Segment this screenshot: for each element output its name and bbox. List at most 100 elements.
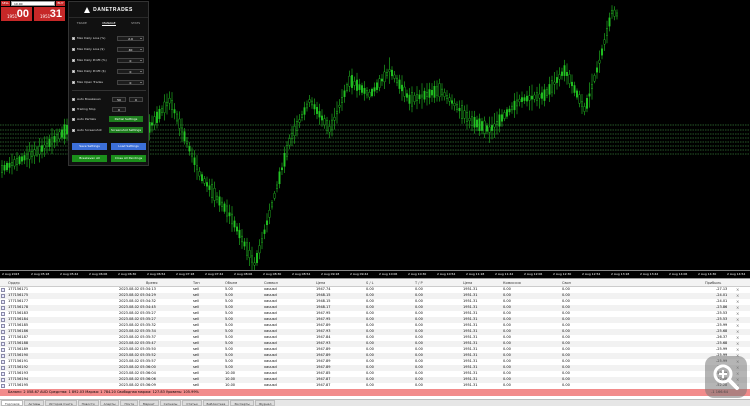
- checkbox[interactable]: [72, 47, 75, 51]
- terminal-tab[interactable]: История Счета: [45, 400, 77, 406]
- candle-body: [268, 210, 271, 218]
- candle-body: [173, 109, 176, 114]
- close-order-icon[interactable]: ×: [736, 311, 739, 316]
- col-time[interactable]: Время: [146, 281, 158, 285]
- col-tp[interactable]: T / P: [415, 281, 423, 285]
- col-order[interactable]: Ордер: [8, 281, 20, 285]
- save-settings-button[interactable]: Save Settings: [72, 143, 107, 150]
- col-current-price[interactable]: Цена: [463, 281, 472, 285]
- load-settings-button[interactable]: Load Settings: [111, 143, 146, 150]
- tab-manage[interactable]: MANAGE: [102, 21, 116, 26]
- col-profit[interactable]: Прибыль: [705, 281, 721, 285]
- max-daily-profit-usd-input[interactable]: 0 ▴▾: [117, 68, 144, 74]
- col-commission[interactable]: Комиссия: [503, 281, 521, 285]
- trailing-stop-input[interactable]: 0: [112, 106, 126, 112]
- table-cell: 0.00: [562, 287, 570, 291]
- col-price[interactable]: Цена: [316, 281, 325, 285]
- col-sl[interactable]: S / L: [366, 281, 374, 285]
- candle-body: [301, 114, 304, 118]
- checkbox[interactable]: [72, 69, 75, 73]
- buy-button[interactable]: 1951 31: [34, 7, 65, 21]
- terminal-tab[interactable]: Эксперты: [230, 400, 254, 406]
- close-order-icon[interactable]: ×: [736, 323, 739, 328]
- terminal-tab[interactable]: Статьи: [182, 400, 202, 406]
- balance-summary: Баланс: 2 058.67 AUD Средства: 1 892.03 …: [8, 390, 199, 394]
- checkbox[interactable]: [72, 107, 75, 111]
- close-order-icon[interactable]: ×: [736, 341, 739, 346]
- candle-body: [593, 75, 596, 82]
- candle-body: [348, 75, 351, 87]
- candle-body: [256, 253, 259, 263]
- table-cell: 0.00: [562, 341, 570, 345]
- breakeven-all-button[interactable]: Breakeven All: [72, 155, 107, 162]
- candle-body: [215, 195, 218, 200]
- time-tick-label: 2 Aug 11:18: [466, 272, 485, 276]
- table-cell: 177156192: [8, 365, 29, 369]
- candle-body: [283, 153, 286, 167]
- max-daily-loss-usd-input[interactable]: 40 ▴▾: [117, 46, 144, 52]
- max-daily-loss-pct-input[interactable]: 2.0 ▴▾: [117, 35, 144, 41]
- terminal-tab[interactable]: Маркет: [138, 400, 159, 406]
- table-cell: xauusd: [264, 383, 277, 387]
- terminal-tab[interactable]: Библиотека: [202, 400, 230, 406]
- terminal-tab[interactable]: Алерты: [99, 400, 120, 406]
- tab-stats[interactable]: STATS: [131, 21, 140, 25]
- table-cell: -24.01: [716, 293, 728, 297]
- close-order-icon[interactable]: ×: [736, 329, 739, 334]
- terminal-tab[interactable]: Журнал: [254, 400, 276, 406]
- table-cell: 5.00: [225, 323, 233, 327]
- close-all-pendings-button[interactable]: Close All Pendings: [111, 155, 146, 162]
- table-cell: sell: [193, 311, 199, 315]
- screenshot-settings-button[interactable]: Screenshot Settings: [109, 127, 143, 133]
- close-order-icon[interactable]: ×: [736, 299, 739, 304]
- tab-trade[interactable]: TRADE: [77, 21, 87, 25]
- terminal-tab[interactable]: Сигналы: [159, 400, 182, 406]
- checkbox[interactable]: [72, 58, 75, 62]
- close-order-icon[interactable]: ×: [736, 293, 739, 298]
- checkbox[interactable]: [72, 80, 75, 84]
- time-tick-label: 2 Aug 06:30: [118, 272, 137, 276]
- price-chart[interactable]: 2 Aug 2023 2 Aug 05:18 2 Aug 05:42 2 Aug 06…: [0, 0, 750, 278]
- col-symbol[interactable]: Символ: [264, 281, 278, 285]
- checkbox[interactable]: [72, 128, 75, 132]
- table-cell: 1951.31: [463, 359, 478, 363]
- close-order-icon[interactable]: ×: [736, 287, 739, 292]
- buy-label[interactable]: BUY: [56, 1, 65, 6]
- candle-body: [293, 125, 296, 137]
- terminal-tab[interactable]: Торговля: [1, 400, 24, 406]
- checkbox[interactable]: [72, 117, 75, 121]
- close-order-icon[interactable]: ×: [736, 347, 739, 352]
- breakeven-offset-input[interactable]: 0: [129, 96, 143, 102]
- checkbox[interactable]: [72, 36, 75, 40]
- lot-size-input[interactable]: 10.00: [11, 1, 55, 6]
- time-axis: 2 Aug 2023 2 Aug 05:18 2 Aug 05:42 2 Aug 06…: [0, 270, 750, 278]
- partial-settings-button[interactable]: Partial Settings: [109, 116, 143, 122]
- order-icon: [1, 336, 5, 340]
- col-type[interactable]: Тип: [193, 281, 200, 285]
- terminal-tab[interactable]: Активы: [24, 400, 45, 406]
- table-cell: 177156187: [8, 335, 29, 339]
- sell-label[interactable]: SELL: [1, 1, 10, 6]
- sell-button[interactable]: 1951 00: [1, 7, 32, 21]
- terminal-panel: Ордер Время Тип Объем Символ Цена S / L …: [0, 278, 750, 406]
- col-volume[interactable]: Объем: [225, 281, 237, 285]
- max-daily-profit-pct-input[interactable]: 0 ▴▾: [117, 57, 144, 63]
- max-open-trades-input[interactable]: 0 ▴▾: [117, 79, 144, 85]
- table-cell: 177156171: [8, 287, 29, 291]
- candle-body: [501, 114, 504, 122]
- terminal-tab[interactable]: Новости: [77, 400, 99, 406]
- checkbox[interactable]: [72, 97, 75, 101]
- table-cell: sell: [193, 365, 199, 369]
- breakeven-trigger-input[interactable]: 50: [112, 96, 126, 102]
- close-order-icon[interactable]: ×: [736, 335, 739, 340]
- terminal-tab[interactable]: Почта: [120, 400, 138, 406]
- col-swap[interactable]: Своп: [562, 281, 571, 285]
- setting-label: Max Daily Profit ($): [77, 69, 106, 73]
- candle-body: [503, 112, 506, 119]
- close-order-icon[interactable]: ×: [736, 305, 739, 310]
- candle-body: [411, 92, 414, 107]
- candle-body: [168, 98, 171, 104]
- close-order-icon[interactable]: ×: [736, 317, 739, 322]
- table-cell: 0.00: [366, 329, 374, 333]
- candle-body: [61, 129, 64, 138]
